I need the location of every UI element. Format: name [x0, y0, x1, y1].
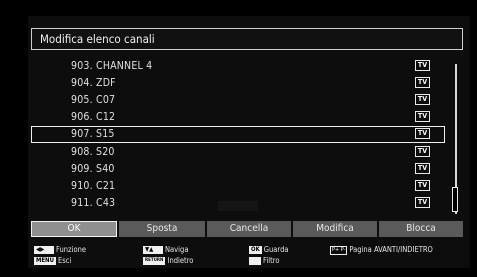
channel-row-selected[interactable]: 907. S15 TV	[31, 126, 445, 143]
white-key-icon	[249, 257, 261, 265]
help-esci: MENU Esci	[34, 256, 72, 265]
channel-row[interactable]: 906. C12 TV	[31, 109, 443, 126]
tv-icon: TV	[415, 94, 430, 105]
tv-icon: TV	[415, 128, 430, 139]
help-guarda: OK Guarda	[249, 245, 289, 254]
menu-key-icon: MENU	[34, 257, 56, 265]
action-button-bar: OK Sposta Cancella Modifica Blocca	[31, 221, 463, 237]
dialog-title: Modifica elenco canali	[40, 32, 155, 46]
tv-icon: TV	[415, 111, 430, 122]
blocca-button[interactable]: Blocca	[379, 221, 463, 237]
obscured-region	[218, 201, 258, 211]
ok-button[interactable]: OK	[31, 221, 117, 237]
channel-row[interactable]: 909. S40 TV	[31, 161, 443, 178]
channel-row[interactable]: 903. CHANNEL 4 TV	[31, 58, 443, 75]
scrollbar-thumb[interactable]	[452, 187, 458, 212]
tv-icon: TV	[415, 197, 430, 208]
help-indietro: RETURN Indietro	[143, 256, 194, 265]
channel-row[interactable]: 910. C21 TV	[31, 178, 443, 195]
tv-icon: TV	[415, 163, 430, 174]
channel-row[interactable]: 904. ZDF TV	[31, 75, 443, 92]
channel-label: 910. C21	[71, 180, 116, 192]
channel-label: 911. C43	[71, 197, 116, 209]
channel-label: 907. S15	[71, 128, 115, 140]
help-filtro: Filtro	[249, 256, 279, 265]
channel-label: 908. S20	[71, 146, 115, 158]
channel-label: 905. C07	[71, 94, 116, 106]
channel-label: 903. CHANNEL 4	[71, 60, 153, 72]
ok-key-icon: OK	[249, 246, 262, 254]
tv-icon: TV	[415, 60, 430, 71]
channel-list: 903. CHANNEL 4 TV 904. ZDF TV 905. C07 T…	[31, 58, 463, 216]
sposta-button[interactable]: Sposta	[119, 221, 205, 237]
dialog-title-bar: Modifica elenco canali	[31, 28, 463, 50]
up-down-arrows-icon: ▼▲	[143, 246, 163, 254]
channel-label: 904. ZDF	[71, 77, 116, 89]
help-funzione: ◀▶ Funzione	[34, 245, 86, 254]
modifica-button[interactable]: Modifica	[293, 221, 377, 237]
return-key-icon: RETURN	[143, 257, 166, 265]
help-naviga: ▼▲ Naviga	[143, 245, 189, 254]
help-pagina: P+ P- Pagina AVANTI/INDIETRO	[330, 245, 433, 255]
channel-label: 906. C12	[71, 111, 116, 123]
channel-row[interactable]: 905. C07 TV	[31, 92, 443, 109]
left-right-arrows-icon: ◀▶	[34, 246, 54, 254]
tv-icon: TV	[415, 180, 430, 191]
tv-icon: TV	[415, 146, 430, 157]
page-keys-icon: P+ P-	[330, 245, 348, 255]
tv-icon: TV	[415, 77, 430, 88]
channel-label: 909. S40	[71, 163, 115, 175]
channel-row[interactable]: 908. S20 TV	[31, 144, 443, 161]
cancella-button[interactable]: Cancella	[207, 221, 291, 237]
